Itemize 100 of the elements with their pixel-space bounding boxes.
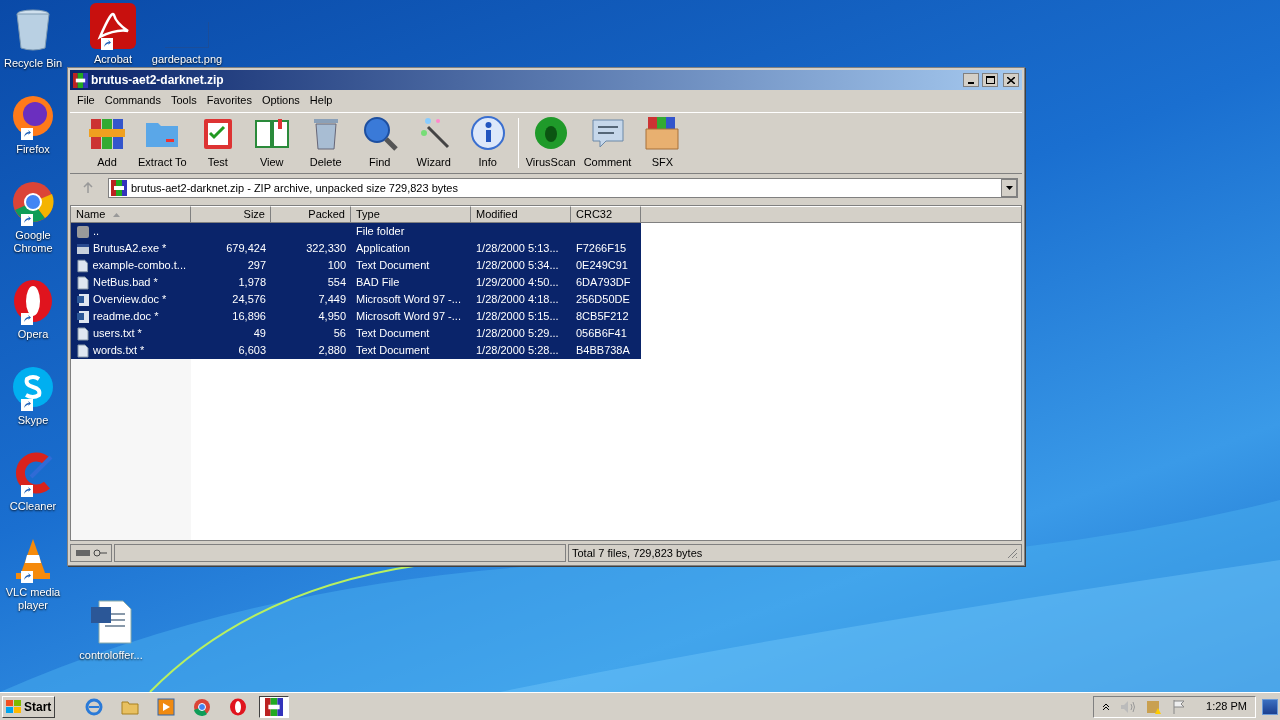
toolbar-button[interactable]: View: [244, 115, 299, 171]
table-cell-text: 1/28/2000 5:15...: [476, 309, 559, 325]
status-text: Total 7 files, 729,823 bytes: [572, 545, 703, 561]
toolbar-button[interactable]: Test: [190, 115, 245, 171]
table-cell-text: 4,950: [318, 309, 346, 325]
word-document-icon: [76, 292, 90, 307]
table-cell-text: 322,330: [306, 241, 346, 257]
table-cell-text: 297: [247, 258, 266, 274]
network-warning-icon: [1146, 698, 1163, 715]
table-cell-text: B4BB738A: [576, 343, 630, 359]
toolbar-button[interactable]: Extract To: [134, 115, 191, 171]
table-cell-text: 2,880: [318, 343, 346, 359]
column-header[interactable]: Name: [71, 206, 191, 223]
menu-item[interactable]: Favorites: [201, 91, 257, 109]
desktop-icon-label[interactable]: VLC media player: [0, 586, 66, 612]
table-cell-text: 1,978: [238, 275, 266, 291]
skype-icon: [11, 365, 55, 409]
table-cell-text: 056B6F41: [576, 326, 627, 342]
shortcut-arrow-icon: [21, 399, 33, 411]
speaker-icon: [1120, 699, 1137, 714]
taskbar-button[interactable]: [259, 695, 290, 718]
table-cell-text: 679,424: [226, 241, 266, 257]
key-icon: [92, 549, 107, 557]
shortcut-arrow-icon: [21, 128, 33, 140]
toolbar-button[interactable]: Comment: [579, 115, 636, 171]
table-cell-text: users.txt *: [93, 326, 142, 342]
column-header[interactable]: Type: [351, 206, 471, 223]
file-row[interactable]: NetBus.bad * 1,978 554 BAD File 1/29/2000 4:50... 6DA793DF: [71, 274, 641, 291]
word-document-icon: [76, 309, 90, 324]
toolbar-button[interactable]: Find: [352, 115, 407, 171]
desktop-icon-label[interactable]: Opera: [17, 328, 49, 341]
table-cell-text: 1/28/2000 5:29...: [476, 326, 559, 342]
table-cell-text: 16,896: [232, 309, 266, 325]
application-icon: [76, 241, 90, 256]
table-cell-text: 256D50DE: [576, 292, 630, 308]
up-arrow-icon: [82, 182, 94, 194]
menu-item[interactable]: Commands: [99, 91, 166, 109]
window-title: brutus-aet2-darknet.zip: [91, 72, 225, 89]
desktop-icon-label[interactable]: Google Chrome: [0, 229, 66, 255]
table-cell-text: Text Document: [356, 258, 430, 274]
file-row[interactable]: Overview.doc * 24,576 7,449 Microsoft Word 97 -... 1/28/2000 4:18... 256D50DE: [71, 291, 641, 308]
toolbar-button[interactable]: SFX: [635, 115, 690, 171]
opera-icon: [11, 279, 55, 323]
desktop-icon-label[interactable]: Firefox: [16, 143, 50, 156]
table-cell-text: 49: [253, 326, 266, 342]
table-cell-text: 100: [327, 258, 346, 274]
file-row[interactable]: example-combo.t... 297 100 Text Document 1/28/2000 5:34... 0E249C91: [71, 257, 641, 274]
minimize-icon: [968, 82, 974, 84]
desktop-icon-label[interactable]: CCleaner: [9, 500, 57, 513]
folder-icon: [76, 224, 90, 239]
column-header[interactable]: Modified: [471, 206, 571, 223]
document-icon: [76, 258, 90, 273]
chrome-icon: [11, 180, 55, 224]
table-cell-text: 1/28/2000 5:13...: [476, 241, 559, 257]
desktop-icon-label[interactable]: Acrobat: [94, 53, 132, 66]
table-cell-text: Microsoft Word 97 -...: [356, 292, 461, 308]
menu-item[interactable]: Tools: [166, 91, 202, 109]
column-header[interactable]: Size: [191, 206, 271, 223]
maximize-button[interactable]: [982, 73, 998, 87]
archive-books-icon: [265, 697, 284, 716]
toolbar-button[interactable]: VirusScan: [521, 115, 580, 171]
desktop-icon-label[interactable]: Skype: [17, 414, 49, 427]
address-field[interactable]: brutus-aet2-darknet.zip - ZIP archive, unpacked size 729,823 bytes: [108, 178, 1018, 198]
table-cell-text: Text Document: [356, 343, 430, 359]
windows-logo-icon: [6, 699, 22, 714]
table-cell-text: Application: [356, 241, 410, 257]
close-button[interactable]: [1003, 73, 1019, 87]
file-row[interactable]: users.txt * 49 56 Text Document 1/28/2000 5:29... 056B6F41: [71, 325, 641, 342]
chevron-up-icon: [1102, 702, 1111, 711]
file-row[interactable]: words.txt * 6,603 2,880 Text Document 1/28/2000 5:28... B4BB738A: [71, 342, 641, 359]
file-row[interactable]: BrutusA2.exe * 679,424 322,330 Application 1/28/2000 5:13... F7266F15: [71, 240, 641, 257]
start-button[interactable]: Start: [2, 695, 56, 718]
file-row[interactable]: .. File folder: [71, 223, 641, 240]
box-icon: [644, 115, 681, 152]
show-desktop-button[interactable]: [1262, 698, 1278, 715]
table-cell-text: 56: [333, 326, 346, 342]
desktop-icon-label[interactable]: Recycle Bin: [3, 57, 63, 70]
desktop-icon-label[interactable]: gardepact.png: [151, 53, 223, 66]
dropdown-button[interactable]: [1001, 179, 1017, 197]
toolbar-button[interactable]: Info: [460, 115, 515, 171]
shortcut-arrow-icon: [21, 571, 33, 583]
internet-explorer-icon: [85, 697, 104, 716]
table-cell-text: 1/28/2000 5:34...: [476, 258, 559, 274]
menu-item[interactable]: Help: [304, 91, 338, 109]
toolbar-button[interactable]: Wizard: [406, 115, 461, 171]
acrobat-icon: [90, 3, 136, 49]
firefox-icon: [11, 94, 55, 138]
column-header[interactable]: Packed: [271, 206, 351, 223]
menu-item[interactable]: File: [72, 91, 100, 109]
shortcut-arrow-icon: [101, 38, 113, 50]
table-cell-text: Text Document: [356, 326, 430, 342]
play-icon: [157, 697, 176, 716]
minimize-button[interactable]: [963, 73, 979, 87]
file-row[interactable]: readme.doc * 16,896 4,950 Microsoft Word 97 -... 1/28/2000 5:15... 8CB5F212: [71, 308, 641, 325]
toolbar-button[interactable]: Delete: [298, 115, 353, 171]
menu-item[interactable]: Options: [256, 91, 305, 109]
toolbar-button[interactable]: Add: [80, 115, 134, 171]
chrome-icon: [193, 697, 212, 716]
flag-icon: [1172, 698, 1187, 715]
table-cell-text: example-combo.t...: [92, 258, 186, 274]
